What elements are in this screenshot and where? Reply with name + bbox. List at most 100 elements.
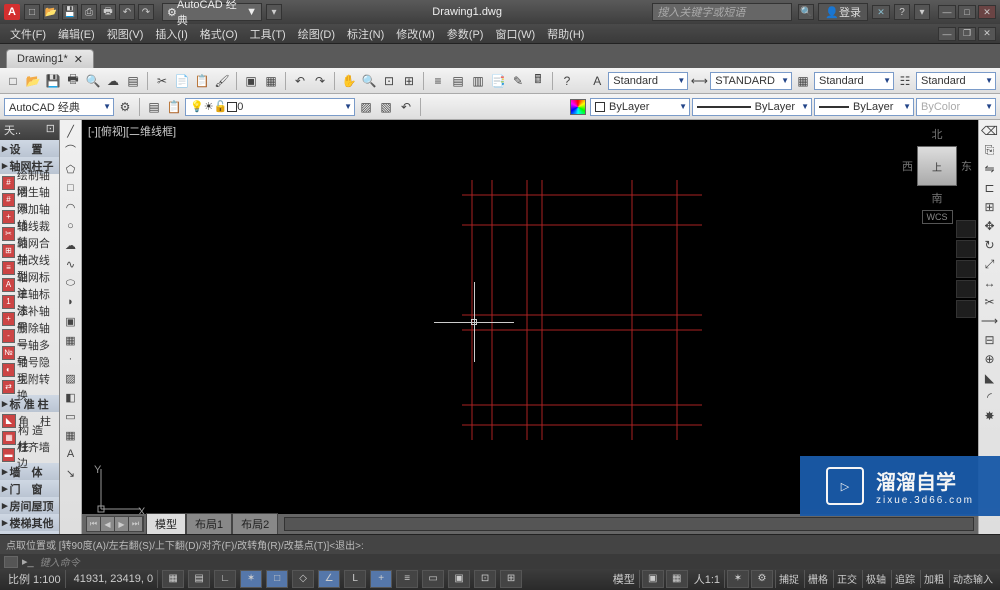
status-qv-icon[interactable]: ▦ (666, 570, 688, 588)
qat-open-icon[interactable]: 📂 (43, 4, 59, 20)
open-icon[interactable]: 📂 (24, 72, 42, 90)
sheet-icon[interactable]: ▤ (124, 72, 142, 90)
color-select[interactable]: ByLayer (590, 98, 690, 116)
status-mode-3[interactable]: 极轴 (862, 570, 889, 588)
mtext-icon[interactable]: A (62, 445, 80, 463)
makeblock-icon[interactable]: ▦ (62, 331, 80, 349)
navigation-bar[interactable] (956, 220, 976, 318)
layerstate-icon[interactable]: 📋 (165, 98, 183, 116)
document-tab[interactable]: Drawing1* ✕ (6, 49, 94, 68)
layerprop-icon[interactable]: ▤ (145, 98, 163, 116)
menu-draw[interactable]: 绘图(D) (292, 24, 341, 44)
qat-save-icon[interactable]: 💾 (62, 4, 78, 20)
status-mode-7[interactable]: 动态输入 (949, 570, 996, 588)
status-annoscale[interactable]: 人1:1 (690, 570, 725, 588)
stretch-icon[interactable]: ↔ (981, 274, 999, 292)
undo-icon[interactable]: ↶ (291, 72, 309, 90)
properties-icon[interactable]: ≡ (429, 72, 447, 90)
layout-scrollbar[interactable] (284, 517, 974, 531)
block-icon[interactable]: ▣ (242, 72, 260, 90)
snap-toggle[interactable]: ▦ (162, 570, 184, 588)
ellipsearc-icon[interactable]: ◗ (62, 293, 80, 311)
otrack-toggle[interactable]: ∠ (318, 570, 340, 588)
am-toggle[interactable]: ⊞ (500, 570, 522, 588)
layout-tab-2[interactable]: 布局2 (232, 513, 278, 534)
line-icon[interactable]: ╱ (62, 122, 80, 140)
array-icon[interactable]: ⊞ (981, 198, 999, 216)
pin-icon[interactable]: ⊡ (46, 122, 55, 138)
menu-tools[interactable]: 工具(T) (244, 24, 292, 44)
revcloud-icon[interactable]: ☁ (62, 236, 80, 254)
grid-toggle[interactable]: ▤ (188, 570, 210, 588)
tab-close-icon[interactable]: ✕ (74, 53, 83, 66)
save-icon[interactable]: 💾 (44, 72, 62, 90)
doc-minimize-button[interactable]: — (938, 27, 956, 41)
dimstyle-icon[interactable]: ⟷ (690, 72, 708, 90)
trim-icon[interactable]: ✂ (981, 293, 999, 311)
navshow-icon[interactable] (956, 300, 976, 318)
zoomprev-icon[interactable]: ⊞ (400, 72, 418, 90)
qat-saveas-icon[interactable]: ⎙ (81, 4, 97, 20)
wcs-badge[interactable]: WCS (922, 210, 953, 224)
tianzheng-item[interactable]: ▸楼梯其他 (0, 514, 59, 531)
command-input[interactable]: 键入命令 (40, 554, 996, 569)
status-scale[interactable]: 比例 1:100 (4, 570, 66, 588)
textstyle-select[interactable]: Standard (608, 72, 688, 90)
doc-close-button[interactable]: ✕ (978, 27, 996, 41)
textstyle-icon[interactable]: A (588, 72, 606, 90)
scale-icon[interactable]: ⤢ (981, 255, 999, 273)
help2-icon[interactable]: ? (558, 72, 576, 90)
addsel-icon[interactable]: ↘ (62, 464, 80, 482)
color-swatch-icon[interactable] (570, 99, 586, 115)
dyn-toggle[interactable]: + (370, 570, 392, 588)
viewcube-south[interactable]: 南 (932, 190, 943, 206)
layout-prev-icon[interactable]: ◀ (101, 517, 115, 531)
status-mode-6[interactable]: 加粗 (920, 570, 947, 588)
linetype-select[interactable]: ByLayer (692, 98, 812, 116)
gradient-icon[interactable]: ◧ (62, 388, 80, 406)
tablestyle-icon[interactable]: ▦ (794, 72, 812, 90)
menu-modify[interactable]: 修改(M) (390, 24, 441, 44)
mlstyle-select[interactable]: Standard (916, 72, 996, 90)
navpan-icon[interactable] (956, 240, 976, 258)
dropdown-icon[interactable]: ▾ (914, 4, 930, 20)
sc-toggle[interactable]: ⊡ (474, 570, 496, 588)
mirror-icon[interactable]: ⇋ (981, 160, 999, 178)
markup-icon[interactable]: ✎ (509, 72, 527, 90)
status-annoauto-icon[interactable]: ⚙ (751, 570, 773, 588)
maximize-button[interactable]: □ (958, 5, 976, 19)
tianzheng-item[interactable]: ▸门 窗 (0, 480, 59, 497)
erase-icon[interactable]: ⌫ (981, 122, 999, 140)
menu-parametric[interactable]: 参数(P) (441, 24, 490, 44)
layermatch-icon[interactable]: ▧ (377, 98, 395, 116)
region-icon[interactable]: ▭ (62, 407, 80, 425)
help-icon[interactable]: ? (894, 4, 910, 20)
status-mode-1[interactable]: 栅格 (804, 570, 831, 588)
dimstyle-select[interactable]: STANDARD (710, 72, 792, 90)
tianzheng-item[interactable]: ⇄主附转换 (0, 378, 59, 395)
command-line[interactable]: ▸_ 键入命令 (0, 554, 1000, 569)
menu-format[interactable]: 格式(O) (194, 24, 244, 44)
matchprop-icon[interactable]: 🖌 (213, 72, 231, 90)
paste-icon[interactable]: 📋 (193, 72, 211, 90)
status-mode-2[interactable]: 正交 (833, 570, 860, 588)
viewport-label[interactable]: [-][俯视][二维线框] (88, 123, 176, 139)
qat-new-icon[interactable]: □ (24, 4, 40, 20)
tianzheng-item[interactable]: ▸房间屋顶 (0, 497, 59, 514)
status-annovis-icon[interactable]: ✶ (727, 570, 749, 588)
chamfer-icon[interactable]: ◣ (981, 369, 999, 387)
join-icon[interactable]: ⊕ (981, 350, 999, 368)
designcenter-icon[interactable]: ▤ (449, 72, 467, 90)
zoom-icon[interactable]: 🔍 (360, 72, 378, 90)
tianzheng-item[interactable]: ▬柱齐墙边 (0, 446, 59, 463)
sheetset-icon[interactable]: 📑 (489, 72, 507, 90)
calc-icon[interactable]: 🖩 (529, 72, 547, 90)
arc-icon[interactable]: ◠ (62, 198, 80, 216)
table-icon[interactable]: ▦ (62, 426, 80, 444)
explode-icon[interactable]: ✸ (981, 407, 999, 425)
point-icon[interactable]: · (62, 350, 80, 368)
qp-toggle[interactable]: ▣ (448, 570, 470, 588)
menu-dimension[interactable]: 标注(N) (341, 24, 390, 44)
ortho-toggle[interactable]: ∟ (214, 570, 236, 588)
pline-icon[interactable]: ⌒ (62, 141, 80, 159)
